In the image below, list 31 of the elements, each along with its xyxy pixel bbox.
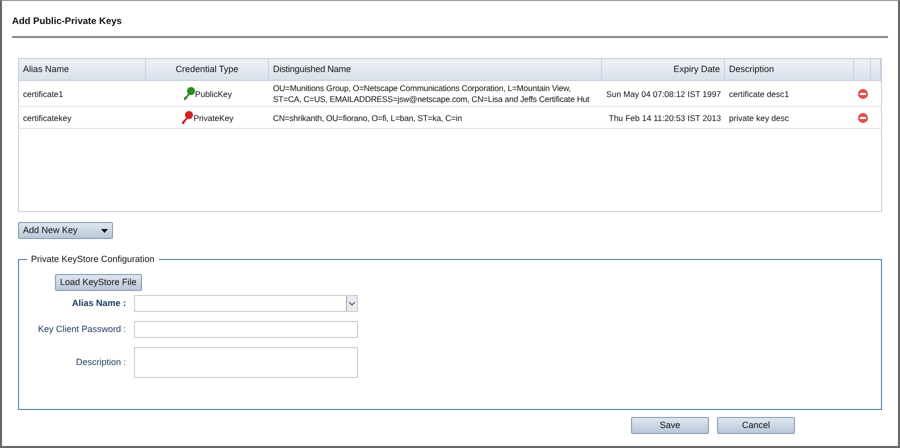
table-cell: Sun May 04 07:08:12 IST 1997	[606, 88, 721, 99]
table-cell: PublicKey	[195, 88, 232, 99]
load-keystore-button[interactable]: Load KeyStore File	[55, 274, 142, 292]
caret-icon	[349, 302, 355, 306]
description-field[interactable]	[134, 347, 358, 378]
table-cell: certificate1	[23, 88, 64, 99]
field-label: Description :	[74, 356, 127, 369]
field-label: Key Client Password :	[36, 323, 127, 336]
table-cell: PrivateKey	[193, 112, 234, 123]
remove-icon[interactable]	[858, 113, 868, 124]
password-field[interactable]	[134, 321, 358, 338]
table-cell: CN=shrikanth, OU=fiorano, O=fi, L=ban, ST=ka, C=in	[273, 112, 462, 123]
column-header: Description	[729, 63, 774, 76]
table-cell: Thu Feb 14 11:20:53 IST 2013	[608, 112, 721, 123]
column-header: Alias Name	[23, 63, 70, 76]
column-header: Expiry Date	[673, 63, 720, 76]
dialog-button[interactable]: Save	[631, 417, 709, 434]
remove-icon[interactable]	[858, 89, 868, 100]
alias-dropdown[interactable]	[134, 295, 358, 312]
table-cell: certificate desc1	[729, 88, 789, 99]
column-header: Credential Type	[176, 63, 238, 76]
table-cell: private key desc	[729, 112, 789, 123]
table-cell: certificatekey	[23, 112, 72, 123]
table-cell: OU=Munitions Group, O=Netscape Communications Corporation, L=Mountain View, ST=CA, C=US, EMAILADDRESS=jsw@netscape.com, CN=Lisa and Jeffs Certificate Hut	[273, 83, 590, 104]
field-label: Alias Name :	[70, 297, 127, 310]
window-title: Add Public-Private Keys	[12, 1, 888, 38]
column-header: Distinguished Name	[273, 63, 351, 76]
add-new-key-dropdown[interactable]: Add New Key	[18, 222, 113, 240]
dialog-button[interactable]: Cancel	[717, 417, 795, 434]
caret-icon	[101, 228, 108, 233]
fieldset-legend: Private KeyStore Configuration	[27, 254, 159, 266]
